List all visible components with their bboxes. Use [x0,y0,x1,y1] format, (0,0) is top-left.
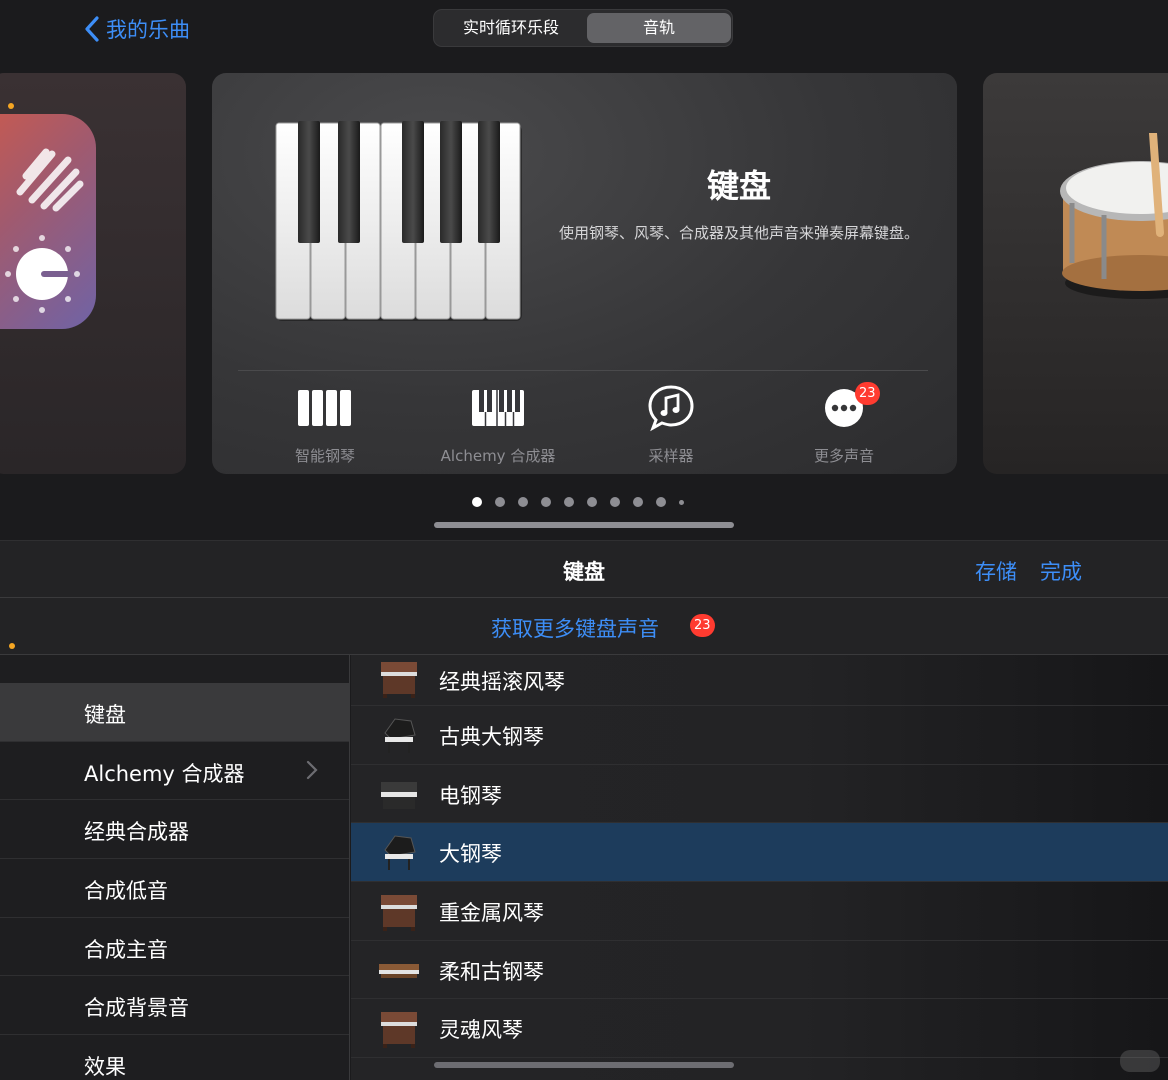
top-bar: 我的乐曲 实时循环乐段 音轨 [0,0,1168,60]
sound-label: 古典大钢琴 [439,725,544,749]
page-dot[interactable] [564,497,574,507]
done-button[interactable]: 完成 [1040,556,1082,586]
category-item-alchemy[interactable]: Alchemy 合成器 [0,742,349,801]
card-title: 键盘 [706,167,771,205]
category-label: 效果 [84,1055,126,1080]
electric-piano-icon [381,781,417,809]
category-item-classic-synth[interactable]: 经典合成器 [0,800,349,860]
garageband-browser: 我的乐曲 实时循环乐段 音轨 键盘 使用钢琴、风琴、合成器及其他声音来弹奏屏幕键… [0,0,1168,1080]
category-label: 经典合成器 [84,820,189,845]
category-label: 合成主音 [84,937,168,962]
instrument-label: 智能钢琴 [294,447,355,465]
sound-label: 灵魂风琴 [439,1018,523,1043]
alchemy-synth-icon [0,114,96,329]
synth-keys-icon [472,390,524,426]
category-label: 合成低音 [84,879,168,904]
instrument-smart-piano[interactable]: 智能钢琴 [250,385,400,466]
sound-label: 重金属风琴 [439,901,544,926]
chevron-left-icon [85,16,99,42]
more-sounds-badge: 23 [855,382,880,405]
category-label: 键盘 [84,703,126,727]
category-item-synth-pad[interactable]: 合成背景音 [0,976,349,1036]
category-label: Alchemy 合成器 [84,761,245,786]
instrument-label: 采样器 [648,447,694,465]
grand-piano-icon [384,718,416,753]
chevron-right-icon [306,760,318,779]
category-item-keyboard[interactable]: 键盘 [0,683,349,742]
instrument-more-sounds[interactable]: 23 更多声音 [769,382,919,466]
watermark [1120,1050,1160,1072]
page-dot[interactable] [679,499,684,505]
get-more-sounds-row[interactable]: 获取更多键盘声音 23 [0,598,1168,655]
sheet-grabber[interactable] [434,522,734,528]
page-dot[interactable] [633,497,643,507]
status-dot [8,103,14,109]
home-indicator[interactable] [434,1062,734,1068]
sound-item[interactable]: 重金属风琴 [351,882,1168,941]
segment-live-loops[interactable]: 实时循环乐段 [437,13,585,43]
organ-icon [381,662,417,698]
organ-icon [381,895,417,932]
category-label: 合成背景音 [84,996,189,1021]
instrument-label: 更多声音 [813,447,874,465]
save-button[interactable]: 存储 [975,556,1017,586]
sound-label: 经典摇滚风琴 [439,670,565,694]
sound-label: 柔和古钢琴 [439,959,544,984]
instrument-sampler[interactable]: 采样器 [596,385,746,466]
instrument-label: Alchemy 合成器 [440,447,556,465]
grand-piano-icon [384,835,416,871]
sound-item-selected[interactable]: 大钢琴 [351,823,1168,883]
smart-piano-icon [298,390,351,426]
category-item-synth-bass[interactable]: 合成低音 [0,859,349,918]
carousel-card-keyboard[interactable]: 键盘 使用钢琴、风琴、合成器及其他声音来弹奏屏幕键盘。 智能钢琴 Alchemy… [212,73,957,474]
sound-item[interactable]: 电钢琴 [351,765,1168,824]
sound-item[interactable]: 古典大钢琴 [351,706,1168,765]
more-sounds-badge: 23 [690,614,715,637]
status-dot [9,643,15,649]
category-item-effects[interactable]: 效果 [0,1035,349,1080]
page-dot[interactable] [587,497,597,507]
page-dot[interactable] [472,497,482,507]
segment-tracks[interactable]: 音轨 [587,13,731,43]
back-label: 我的乐曲 [106,18,190,42]
page-dot[interactable] [656,497,666,507]
sound-panel-header: 键盘 存储 完成 [0,540,1168,598]
instrument-alchemy-synth[interactable]: Alchemy 合成器 [423,385,573,466]
page-dot[interactable] [495,497,505,507]
organ-icon [381,1012,417,1049]
piano-keyboard-icon [275,121,522,321]
snare-drum-icon [1060,133,1168,299]
page-indicator[interactable] [472,496,684,508]
divider [238,370,928,371]
panel-title: 键盘 [563,560,605,584]
sound-list: 经典摇滚风琴 古典大钢琴 电钢琴 大钢琴 重金属风琴 柔和古钢琴 灵魂风琴 [351,655,1168,1080]
card-description: 使用钢琴、风琴、合成器及其他声音来弹奏屏幕键盘。 [558,224,919,242]
category-list: 键盘 Alchemy 合成器 经典合成器 合成低音 合成主音 合成背景音 效果 [0,655,350,1080]
sound-label: 大钢琴 [439,842,502,867]
page-dot[interactable] [541,497,551,507]
sampler-note-icon [648,385,694,432]
carousel-card-alchemy[interactable] [0,73,186,474]
sound-item[interactable]: 灵魂风琴 [351,999,1168,1059]
back-button[interactable]: 我的乐曲 [84,14,190,44]
page-dot[interactable] [518,497,528,507]
page-dot[interactable] [610,497,620,507]
sound-label: 电钢琴 [439,783,502,808]
carousel-card-drums[interactable] [983,73,1168,474]
segmented-control: 实时循环乐段 音轨 [433,9,733,47]
sound-item[interactable]: 经典摇滚风琴 [351,655,1168,706]
sound-item[interactable]: 柔和古钢琴 [351,941,1168,1000]
clavinet-icon [379,963,419,978]
category-item-synth-lead[interactable]: 合成主音 [0,918,349,977]
get-more-sounds-link[interactable]: 获取更多键盘声音 [491,613,659,643]
